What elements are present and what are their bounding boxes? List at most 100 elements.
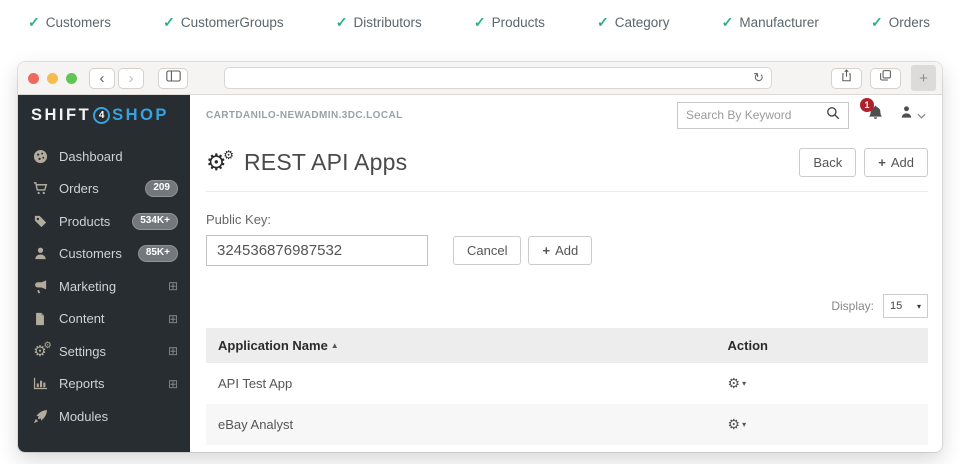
setup-item-orders: ✓ Orders [871,14,930,31]
expand-icon[interactable]: ⊞ [168,280,178,292]
setup-item-label: Distributors [353,15,421,30]
check-icon: ✓ [597,14,609,31]
zoom-window-button[interactable] [66,73,77,84]
browser-titlebar: ‹ › ↻ + [18,62,942,95]
check-icon: ✓ [871,14,883,31]
page-content: ⚙⚙ REST API Apps Back + Add Public Key: [190,135,942,452]
sidebar-item-label: Marketing [59,279,116,294]
setup-item-label: Category [615,15,670,30]
column-header-action: Action [728,338,916,353]
minimize-window-button[interactable] [47,73,58,84]
setup-item-label: Customers [46,15,111,30]
caret-down-icon: ▾ [917,302,921,311]
app-name-cell: eBay Analyst [218,417,728,432]
notifications-button[interactable]: 1 [867,104,884,126]
caret-down-icon: ▾ [742,420,746,429]
orders-count-badge: 209 [145,180,178,197]
add-button[interactable]: + Add [864,148,928,177]
close-window-button[interactable] [28,73,39,84]
plus-icon: + [878,155,886,170]
setup-checklist-bar: ✓ Customers ✓ CustomerGroups ✓ Distribut… [0,0,960,44]
sidebar-item-marketing[interactable]: Marketing ⊞ [18,270,190,303]
customers-count-badge: 85K+ [138,245,178,262]
admin-sidebar: SHIFT 4 SHOP Dashboard Orders 209 [18,95,190,452]
setup-item-distributors: ✓ Distributors [336,14,422,31]
notification-count-badge: 1 [860,98,874,112]
expand-icon[interactable]: ⊞ [168,345,178,357]
row-action-menu-button[interactable]: ⚙ ▾ [728,417,747,431]
new-tab-button[interactable]: + [911,65,936,91]
sidebar-item-products[interactable]: Products 534K+ [18,205,190,238]
check-icon: ✓ [163,14,175,31]
document-icon [32,312,48,326]
gear-icon: ⚙ [728,376,741,390]
keyword-search-box[interactable] [677,102,849,129]
check-icon: ✓ [28,14,40,31]
logo-text-shift: SHIFT [31,106,91,125]
row-action-menu-button[interactable]: ⚙ ▾ [728,376,747,390]
sidebar-nav: Dashboard Orders 209 Products 534K+ [18,135,190,433]
expand-icon[interactable]: ⊞ [168,313,178,325]
confirm-add-button[interactable]: + Add [528,236,592,265]
back-button[interactable]: Back [799,148,856,177]
share-icon [840,69,853,87]
gears-icon: ⚙⚙ [32,344,48,359]
window-controls [28,73,77,84]
person-icon [32,246,48,261]
share-button[interactable] [831,68,862,89]
admin-topbar: CARTDANILO-NEWADMIN.3DC.LOCAL 1 [190,95,942,135]
sidebar-panel-icon [166,69,181,87]
search-icon[interactable] [826,106,840,125]
tab-overview-button[interactable] [870,68,901,89]
logo-text-shop: SHOP [112,106,169,125]
page-header: ⚙⚙ REST API Apps Back + Add [206,135,928,192]
setup-item-customergroups: ✓ CustomerGroups [163,14,284,31]
setup-item-label: Orders [889,15,930,30]
column-header-application-name[interactable]: Application Name▲ [218,338,728,353]
sidebar-toggle-button[interactable] [158,68,188,89]
browser-back-button[interactable]: ‹ [89,68,115,89]
sidebar-item-reports[interactable]: Reports ⊞ [18,368,190,401]
display-label: Display: [831,299,874,313]
table-row: eBay Analyst ⚙ ▾ [206,404,928,445]
table-header-row: Application Name▲ Action [206,328,928,363]
gear-icon: ⚙ [728,417,741,431]
bar-chart-icon [32,376,48,391]
check-icon: ✓ [336,14,348,31]
browser-nav-buttons: ‹ › [89,68,144,89]
search-input[interactable] [686,108,820,122]
account-menu-button[interactable] [899,105,926,125]
sidebar-item-modules[interactable]: Modules [18,400,190,433]
caret-down-icon: ▾ [742,379,746,388]
sidebar-item-customers[interactable]: Customers 85K+ [18,238,190,271]
setup-item-customers: ✓ Customers [28,14,111,31]
public-key-input[interactable] [206,235,428,266]
sidebar-item-content[interactable]: Content ⊞ [18,303,190,336]
setup-item-label: Products [492,15,545,30]
sidebar-item-orders[interactable]: Orders 209 [18,173,190,206]
display-count-select[interactable]: 15 ▾ [883,294,928,318]
table-row: API Test App ⚙ ▾ [206,363,928,404]
shift4shop-logo[interactable]: SHIFT 4 SHOP [18,95,190,135]
sidebar-item-label: Reports [59,376,105,391]
user-icon [899,105,914,125]
tags-icon [32,214,48,229]
public-key-label: Public Key: [206,212,928,227]
sidebar-item-label: Modules [59,409,108,424]
setup-item-label: CustomerGroups [181,15,284,30]
refresh-icon[interactable]: ↻ [753,70,764,86]
products-count-badge: 534K+ [132,213,178,230]
sidebar-item-label: Products [59,214,110,229]
address-input[interactable] [225,68,771,88]
sidebar-item-settings[interactable]: ⚙⚙ Settings ⊞ [18,335,190,368]
sidebar-item-dashboard[interactable]: Dashboard [18,140,190,173]
browser-forward-button[interactable]: › [118,68,144,89]
address-bar[interactable]: ↻ [224,67,772,89]
tabs-icon [879,69,892,87]
check-icon: ✓ [722,14,734,31]
admin-main: CARTDANILO-NEWADMIN.3DC.LOCAL 1 [190,95,942,452]
page-title: REST API Apps [244,149,407,176]
cancel-button[interactable]: Cancel [453,236,521,265]
expand-icon[interactable]: ⊞ [168,378,178,390]
setup-item-category: ✓ Category [597,14,670,31]
